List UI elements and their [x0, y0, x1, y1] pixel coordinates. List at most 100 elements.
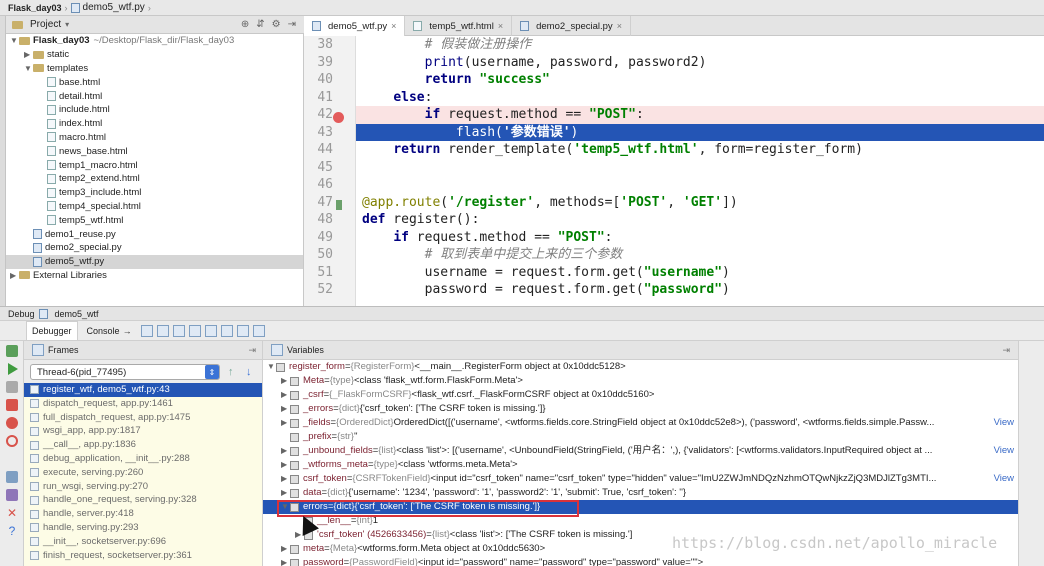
frame-item[interactable]: __call__, app.py:1836: [24, 438, 262, 452]
project-tree-item[interactable]: ▼ Flask_day03 ~/Desktop/Flask_dir/Flask_da…: [6, 34, 303, 48]
force-step-into-icon[interactable]: [204, 324, 217, 337]
gear-icon[interactable]: ⚙: [272, 19, 281, 30]
breadcrumb-project[interactable]: Flask_day03: [8, 3, 62, 13]
project-tree-item[interactable]: demo1_reuse.py: [6, 227, 303, 241]
project-tree-item[interactable]: news_base.html: [6, 144, 303, 158]
code-line[interactable]: password = request.form.get("password"): [356, 281, 1044, 299]
project-tree-item[interactable]: demo2_special.py: [6, 241, 303, 255]
code-line[interactable]: else:: [356, 89, 1044, 107]
view-breakpoints-icon[interactable]: [6, 417, 18, 429]
code-line[interactable]: # 取到表单中提交上来的三个参数: [356, 246, 1044, 264]
step-out-icon[interactable]: [220, 324, 233, 337]
step-into-my-code-icon[interactable]: [188, 324, 201, 337]
frame-down-icon[interactable]: ↓: [246, 366, 252, 378]
project-tree-item[interactable]: index.html: [6, 117, 303, 131]
code-line[interactable]: if request.method == "POST":: [356, 106, 1044, 124]
chevron-right-icon[interactable]: ▶: [281, 556, 290, 566]
frame-item[interactable]: debug_application, __init__.py:288: [24, 452, 262, 466]
frame-item[interactable]: run_wsgi, serving.py:270: [24, 480, 262, 494]
frame-item[interactable]: __init__, socketserver.py:696: [24, 535, 262, 549]
variable-row[interactable]: ▶ password = {PasswordField} <input id="p…: [263, 556, 1018, 566]
frame-item[interactable]: execute, serving.py:260: [24, 466, 262, 480]
variable-row[interactable]: ▶ _wtforms_meta = {type} <class 'wtforms.…: [263, 458, 1018, 472]
pause-icon[interactable]: [6, 381, 18, 393]
code-line[interactable]: if request.method == "POST":: [356, 229, 1044, 247]
frame-item[interactable]: finish_request, socketserver.py:361: [24, 549, 262, 563]
chevron-down-icon[interactable]: ⇕: [205, 365, 219, 379]
evaluate-expression-icon[interactable]: [252, 324, 265, 337]
tab-debugger[interactable]: Debugger: [26, 320, 78, 341]
frame-item[interactable]: dispatch_request, app.py:1461: [24, 397, 262, 411]
chevron-right-icon[interactable]: ▶: [281, 444, 290, 458]
chevron-down-icon[interactable]: ▼: [24, 64, 33, 73]
chevron-right-icon[interactable]: ▶: [281, 486, 290, 500]
project-tree-item[interactable]: macro.html: [6, 131, 303, 145]
variable-row[interactable]: ▶ _fields = {OrderedDict} OrderedDict([('…: [263, 416, 1018, 430]
project-tree-item[interactable]: ▶ static: [6, 48, 303, 62]
view-link[interactable]: View: [989, 416, 1014, 430]
resume-icon[interactable]: [8, 363, 18, 375]
chevron-right-icon[interactable]: ▶: [281, 402, 290, 416]
editor-tab[interactable]: demo2_special.py ×: [512, 16, 631, 36]
variable-row[interactable]: ▶ _errors = {dict} {'csrf_token': ['The C…: [263, 402, 1018, 416]
hide-icon[interactable]: ⇥: [288, 19, 296, 30]
code-line[interactable]: [356, 176, 1044, 194]
chevron-down-icon[interactable]: ▼: [281, 500, 290, 514]
project-panel-title[interactable]: Project: [30, 19, 61, 30]
variable-row[interactable]: ▶ Meta = {type} <class 'flask_wtf.form.Fl…: [263, 374, 1018, 388]
project-tree-item[interactable]: base.html: [6, 75, 303, 89]
show-execution-point-icon[interactable]: [140, 324, 153, 337]
breadcrumb-file[interactable]: demo5_wtf.py: [83, 2, 145, 13]
variable-row[interactable]: ▶ _csrf = {_FlaskFormCSRF} <flask_wtf.csr…: [263, 388, 1018, 402]
editor-tab[interactable]: demo5_wtf.py ×: [304, 16, 406, 36]
collapse-icon[interactable]: ⇵: [256, 19, 264, 30]
project-tree-item[interactable]: ▼ templates: [6, 62, 303, 76]
stop-icon[interactable]: [6, 399, 18, 411]
project-tree-item[interactable]: temp5_wtf.html: [6, 213, 303, 227]
chevron-right-icon[interactable]: ▶: [281, 416, 290, 430]
variable-row[interactable]: _prefix = {str} '': [263, 430, 1018, 444]
project-tree-item[interactable]: temp4_special.html: [6, 200, 303, 214]
project-tree-item[interactable]: temp1_macro.html: [6, 158, 303, 172]
chevron-down-icon[interactable]: ▼: [10, 36, 19, 45]
step-over-icon[interactable]: [156, 324, 169, 337]
pin-panel-icon[interactable]: ⇥: [248, 345, 262, 356]
frame-item[interactable]: full_dispatch_request, app.py:1475: [24, 411, 262, 425]
debug-config-name[interactable]: demo5_wtf: [55, 309, 99, 319]
chevron-right-icon[interactable]: ▶: [281, 458, 290, 472]
frame-item[interactable]: handle, server.py:418: [24, 507, 262, 521]
rerun-icon[interactable]: [6, 345, 18, 357]
project-tree-item[interactable]: temp3_include.html: [6, 186, 303, 200]
project-tree-item[interactable]: include.html: [6, 103, 303, 117]
chevron-down-icon[interactable]: ▾: [65, 20, 69, 29]
code-line[interactable]: return render_template('temp5_wtf.html',…: [356, 141, 1044, 159]
chevron-right-icon[interactable]: ▶: [10, 271, 19, 280]
tab-console[interactable]: Console →: [82, 321, 137, 341]
code-line[interactable]: # 假装做注册操作: [356, 36, 1044, 54]
frame-item[interactable]: handle_one_request, serving.py:328: [24, 493, 262, 507]
code-editor[interactable]: # 假装做注册操作 print(username, password, pass…: [356, 36, 1044, 306]
pin-icon[interactable]: [6, 489, 18, 501]
editor-tab[interactable]: temp5_wtf.html ×: [405, 16, 513, 36]
help-icon[interactable]: ?: [6, 525, 18, 537]
code-line[interactable]: def register():: [356, 211, 1044, 229]
chevron-down-icon[interactable]: ▼: [267, 360, 276, 374]
chevron-right-icon[interactable]: ▶: [281, 388, 290, 402]
variable-row[interactable]: __len__ = {int} 1: [263, 514, 1018, 528]
code-line[interactable]: print(username, password, password2): [356, 54, 1044, 72]
variable-row[interactable]: ▼ register_form = {RegisterForm} <__main_…: [263, 360, 1018, 374]
thread-select[interactable]: Thread-6(pid_77495) ⇕: [30, 364, 220, 380]
close-tab-icon[interactable]: ×: [498, 21, 503, 31]
settings-icon[interactable]: [6, 471, 18, 483]
close-icon[interactable]: ✕: [6, 507, 18, 519]
frame-item[interactable]: register_wtf, demo5_wtf.py:43: [24, 383, 262, 397]
project-tree-item[interactable]: temp2_extend.html: [6, 172, 303, 186]
code-line[interactable]: username = request.form.get("username"): [356, 264, 1044, 282]
close-tab-icon[interactable]: ×: [391, 21, 396, 31]
variable-row[interactable]: ▶ csrf_token = {CSRFTokenField} <input id…: [263, 472, 1018, 486]
code-line[interactable]: flash('参数错误'): [356, 123, 1044, 141]
variable-row[interactable]: ▶ _unbound_fields = {list} <class 'list'>…: [263, 444, 1018, 458]
project-tree-item[interactable]: ▶ External Libraries: [6, 269, 303, 283]
sync-icon[interactable]: ⊕: [241, 19, 249, 30]
breakpoint-icon[interactable]: [333, 112, 344, 123]
